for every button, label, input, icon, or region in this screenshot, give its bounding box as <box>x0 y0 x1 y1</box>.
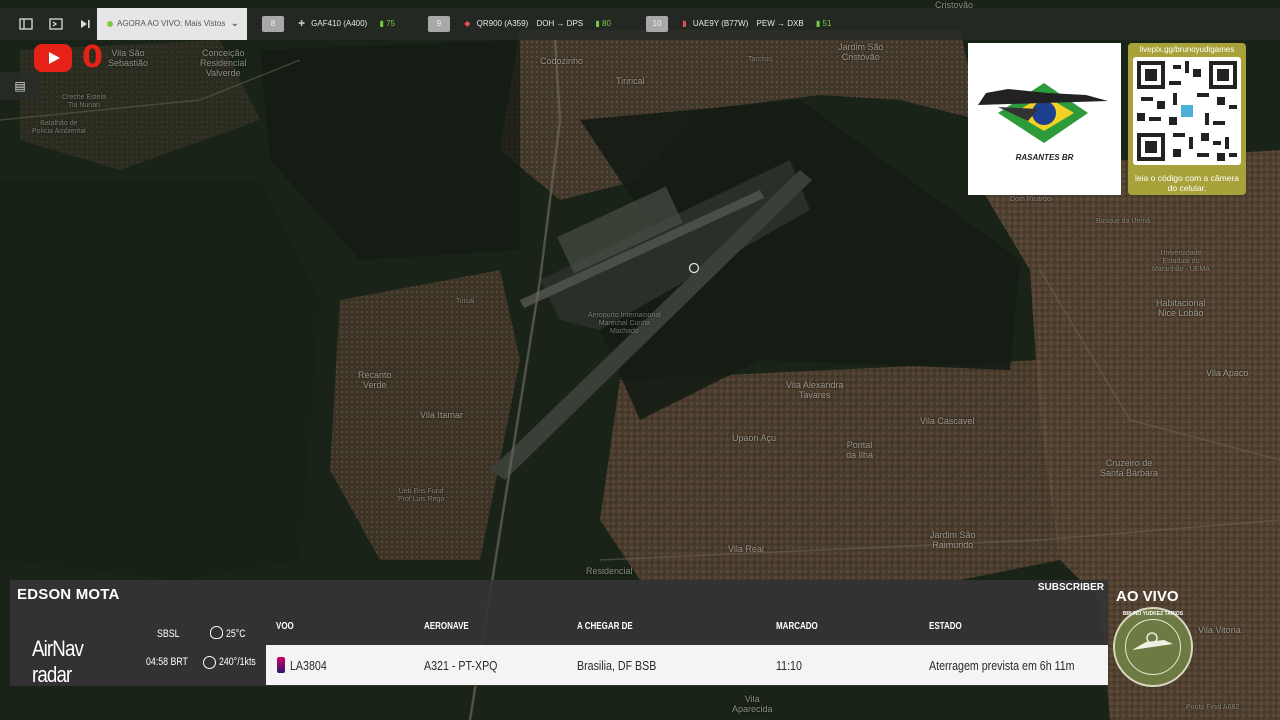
fullscreen-icon[interactable] <box>49 17 63 31</box>
map-label: Aeroporto Internacional Marechal Cunha Mac… <box>588 312 661 335</box>
host-name: EDSON MOTA <box>17 586 120 603</box>
sidebar-toggle-icon[interactable] <box>19 17 33 31</box>
youtube-counter: 0 <box>82 40 103 75</box>
local-time: 04:58 BRT <box>146 656 188 668</box>
map-label: Tarcísio <box>748 56 773 63</box>
map-label: Conceição Residencial Valverde <box>200 48 247 78</box>
flight-chip-seats: 51 <box>822 19 832 28</box>
flight-status: Aterragem prevista em 6h 11m <box>929 658 1075 673</box>
column-header-status: ESTADO <box>929 621 962 632</box>
column-header-aircraft: AERONAVE <box>424 621 469 632</box>
map-label: Ueb Ens Fund Prof Luis Rego <box>398 488 445 503</box>
map-label: Vila Aparecida <box>732 694 773 714</box>
map-label: Dom Ricardo <box>1010 196 1051 203</box>
map-label: Habitacional Nice Lobão <box>1156 298 1206 318</box>
flight-chip-callsign: QR900 (A359) <box>476 19 529 28</box>
map-label: Upaon Açu <box>732 433 777 443</box>
temperature: 25°C <box>226 628 246 640</box>
map-label: Recanto Verde <box>358 370 392 390</box>
origin: Brasilia, DF BSB <box>577 658 657 673</box>
qr-code-icon <box>1133 57 1241 165</box>
rasantes-logo: RASANTES BR <box>968 43 1121 195</box>
scheduled-time: 11:10 <box>776 658 802 673</box>
map-label: Universidade Estadual do Maranhão - UEMA <box>1152 250 1210 273</box>
flight-chip-seats: 75 <box>386 19 395 28</box>
map-label: Pontal da Ilha <box>846 440 874 460</box>
aircraft-type: A321 - PT-XPQ <box>424 658 498 673</box>
logo-text: RASANTES BR <box>1015 153 1074 162</box>
flight-chip-rank: 9 <box>428 16 450 32</box>
youtube-icon[interactable] <box>34 44 72 72</box>
map-label: Tirirical <box>616 76 645 86</box>
skip-next-icon[interactable] <box>78 17 92 31</box>
jet-flag-icon <box>978 83 1108 143</box>
stream-overlay: Vila São Sebastião Conceição Residencial Va… <box>0 0 1280 720</box>
map-label: Bosque da Uema <box>1096 218 1151 225</box>
map-label: Ponto Final A682 <box>1186 704 1240 711</box>
map-label: Vila Alexandra Tavares <box>786 380 844 400</box>
plane-icon: ✚ <box>298 19 305 28</box>
seat-icon: ▮ <box>815 19 821 28</box>
column-header-scheduled: MARCADO <box>776 621 818 632</box>
latam-logo-icon <box>277 657 285 673</box>
map-label: Vila Itamar <box>420 410 463 420</box>
map-label: Batalhão de Polícia Ambiental <box>32 120 86 135</box>
badge-ring-text: BRUNO YUDKEZ TARIOS <box>1122 611 1184 617</box>
list-icon[interactable]: ▤ <box>0 72 40 100</box>
map-label: Codozinho <box>540 56 584 66</box>
wind-compass-icon <box>203 656 216 669</box>
qr-code-card[interactable]: liveplx.gg/brunoyudigames leia o código … <box>1128 43 1246 195</box>
airline-icon: ▮ <box>682 19 687 28</box>
flight-chip[interactable]: 8 ✚ GAF410 (A400) ▮ 75 <box>262 16 395 32</box>
flight-chip[interactable]: 10 ▮ UAE9Y (B77W) PEW → DXB ▮ 51 <box>646 16 831 32</box>
flight-chip-callsign: UAE9Y (B77W) <box>692 19 749 28</box>
map-label: Creche Estela Tia Nunan <box>62 94 106 109</box>
airline-icon: ◆ <box>464 19 471 28</box>
map-label: Vila Vitoria <box>1198 625 1241 635</box>
map-label: Vila Real <box>728 544 764 554</box>
live-status-dot <box>107 20 113 27</box>
map-label: Jardim São Cristóvão <box>838 42 884 62</box>
qr-url: liveplx.gg/brunoyudigames <box>1139 45 1235 54</box>
live-label: AO VIVO <box>1116 588 1179 605</box>
map-label: Vila Apaco <box>1206 368 1249 378</box>
map-label: Tirical <box>456 298 475 305</box>
flight-chip[interactable]: 9 ◆ QR900 (A359) DOH → DPS ▮ 80 <box>428 16 611 32</box>
flight-chip-rank: 8 <box>262 16 284 32</box>
map-label: Residencial <box>586 566 633 576</box>
airport-code: SBSL <box>157 628 180 640</box>
flight-ticker-bar: AGORA AO VIVO: Mais Vistos ⌄ 8 ✚ GAF410 … <box>0 8 1280 40</box>
seat-icon: ▮ <box>379 19 384 28</box>
chevron-down-icon: ⌄ <box>230 18 239 29</box>
cloud-icon <box>210 626 223 639</box>
airnav-brand: AirNav radar <box>32 636 84 687</box>
qr-caption: leia o código com a câmera do celular. <box>1135 173 1239 193</box>
live-mode-label: AGORA AO VIVO: Mais Vistos <box>117 19 226 28</box>
column-header-flight: VOO <box>276 621 294 632</box>
live-mode-dropdown[interactable]: AGORA AO VIVO: Mais Vistos ⌄ <box>97 8 247 40</box>
flight-chip-route: DOH → DPS <box>536 19 584 28</box>
flight-chip-route: PEW → DXB <box>756 19 804 28</box>
map-label: Vila São Sebastião <box>108 48 149 68</box>
subscriber-label: SUBSCRIBER <box>1037 582 1104 593</box>
map-label: Jardim São Raimundo <box>930 530 976 550</box>
flight-chip-seats: 80 <box>602 19 611 28</box>
seat-icon: ▮ <box>595 19 600 28</box>
map-label: Vila Cascavel <box>920 416 975 426</box>
airnav-logo: AirNav radar <box>20 614 138 687</box>
flight-chip-callsign: GAF410 (A400) <box>311 19 368 28</box>
column-header-origin: A CHEGAR DE <box>577 621 633 632</box>
flight-info-panel: EDSON MOTA SUBSCRIBER AirNav radar SBSL … <box>10 580 1108 687</box>
flight-number: LA3804 <box>290 658 327 673</box>
wind: 240°/1kts <box>219 656 256 668</box>
flight-chip-rank: 10 <box>646 16 668 32</box>
badge-emblem <box>1125 619 1181 675</box>
map-label: Cruzeiro de Santa Bárbara <box>1100 458 1159 478</box>
channel-badge-icon: BRUNO YUDKEZ TARIOS <box>1113 607 1193 687</box>
table-row[interactable]: LA3804 A321 - PT-XPQ Brasilia, DF BSB 11… <box>266 645 1108 685</box>
